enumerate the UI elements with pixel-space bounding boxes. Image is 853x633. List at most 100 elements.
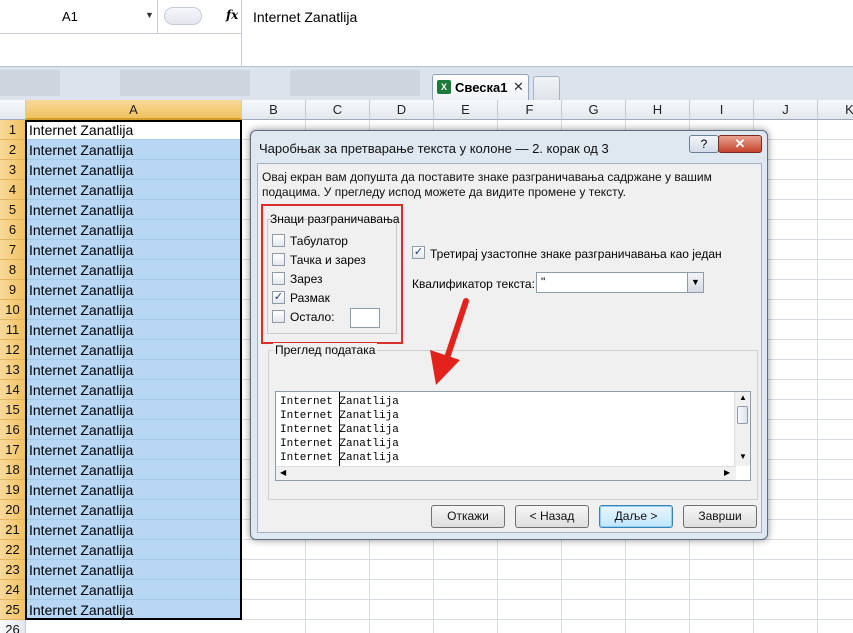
row-header[interactable]: 15 bbox=[0, 400, 26, 420]
row-header[interactable]: 2 bbox=[0, 140, 26, 160]
other-checkbox[interactable] bbox=[272, 310, 285, 323]
data-preview[interactable]: Internet Zanatlija Internet Zanatlija In… bbox=[275, 391, 751, 481]
cell-a12[interactable]: Internet Zanatlija bbox=[26, 340, 242, 360]
row-header[interactable]: 22 bbox=[0, 540, 26, 560]
cell-a7[interactable]: Internet Zanatlija bbox=[26, 240, 242, 260]
cell-a13[interactable]: Internet Zanatlija bbox=[26, 360, 242, 380]
close-icon[interactable]: ✕ bbox=[513, 79, 524, 95]
row-header[interactable]: 12 bbox=[0, 340, 26, 360]
back-button[interactable]: < Назад bbox=[515, 505, 589, 528]
row-header[interactable]: 6 bbox=[0, 220, 26, 240]
formula-bar[interactable]: Internet Zanatlija bbox=[243, 0, 853, 66]
cell-a6[interactable]: Internet Zanatlija bbox=[26, 220, 242, 240]
row-header[interactable]: 13 bbox=[0, 360, 26, 380]
cancel-button[interactable]: Откажи bbox=[431, 505, 505, 528]
cell-a2[interactable]: Internet Zanatlija bbox=[26, 140, 242, 160]
name-box[interactable]: A1 ▼ bbox=[0, 0, 158, 33]
row-header[interactable]: 8 bbox=[0, 260, 26, 280]
row-header[interactable]: 20 bbox=[0, 500, 26, 520]
row-header[interactable]: 4 bbox=[0, 180, 26, 200]
scroll-thumb[interactable] bbox=[737, 406, 748, 424]
cell-a23[interactable]: Internet Zanatlija bbox=[26, 560, 242, 580]
column-header-a[interactable]: A bbox=[26, 100, 242, 120]
cell-a8[interactable]: Internet Zanatlija bbox=[26, 260, 242, 280]
scroll-left-icon[interactable]: ◀ bbox=[280, 468, 286, 477]
column-header-k[interactable]: K bbox=[818, 100, 853, 120]
next-button[interactable]: Даље > bbox=[599, 505, 673, 528]
row-header[interactable]: 25 bbox=[0, 600, 26, 620]
workbook-tab-title: Свеска1 bbox=[455, 80, 508, 95]
row-header[interactable]: 18 bbox=[0, 460, 26, 480]
formula-controls: fx bbox=[158, 0, 242, 33]
select-all-corner[interactable] bbox=[0, 100, 26, 120]
cell-a24[interactable]: Internet Zanatlija bbox=[26, 580, 242, 600]
workbook-tab[interactable]: X Свеска1 ✕ bbox=[432, 74, 529, 100]
column-header-i[interactable]: I bbox=[690, 100, 754, 120]
row-header[interactable]: 3 bbox=[0, 160, 26, 180]
column-header-h[interactable]: H bbox=[626, 100, 690, 120]
row-header[interactable]: 14 bbox=[0, 380, 26, 400]
new-workbook-tab[interactable] bbox=[533, 76, 560, 100]
cell-a5[interactable]: Internet Zanatlija bbox=[26, 200, 242, 220]
close-button[interactable]: ✕ bbox=[718, 135, 762, 153]
scroll-up-icon[interactable]: ▲ bbox=[739, 393, 747, 402]
semicolon-checkbox[interactable] bbox=[272, 253, 285, 266]
cell-a22[interactable]: Internet Zanatlija bbox=[26, 540, 242, 560]
delimiters-group: Знаци разграничавања Табулатор Тачка и з… bbox=[261, 204, 403, 344]
text-qualifier-select[interactable]: " ▼ bbox=[536, 272, 704, 293]
row-header[interactable]: 24 bbox=[0, 580, 26, 600]
finish-button[interactable]: Заврши bbox=[683, 505, 757, 528]
preview-vertical-scrollbar[interactable]: ▲ ▼ bbox=[734, 392, 750, 466]
column-header-d[interactable]: D bbox=[370, 100, 434, 120]
help-button[interactable]: ? bbox=[689, 135, 719, 153]
cell-a3[interactable]: Internet Zanatlija bbox=[26, 160, 242, 180]
cell-a17[interactable]: Internet Zanatlija bbox=[26, 440, 242, 460]
row-header[interactable]: 23 bbox=[0, 560, 26, 580]
cell-a21[interactable]: Internet Zanatlija bbox=[26, 520, 242, 540]
scroll-down-icon[interactable]: ▼ bbox=[739, 452, 747, 461]
cell-a18[interactable]: Internet Zanatlija bbox=[26, 460, 242, 480]
dialog-description: Овај екран вам допушта да поставите знак… bbox=[262, 170, 712, 199]
cell-a14[interactable]: Internet Zanatlija bbox=[26, 380, 242, 400]
cell-a4[interactable]: Internet Zanatlija bbox=[26, 180, 242, 200]
row-header[interactable]: 5 bbox=[0, 200, 26, 220]
column-header-e[interactable]: E bbox=[434, 100, 498, 120]
column-break-line[interactable] bbox=[339, 392, 340, 466]
column-header-j[interactable]: J bbox=[754, 100, 818, 120]
row-header[interactable]: 10 bbox=[0, 300, 26, 320]
cell-a16[interactable]: Internet Zanatlija bbox=[26, 420, 242, 440]
cell-a25[interactable]: Internet Zanatlija bbox=[26, 600, 242, 620]
column-header-c[interactable]: C bbox=[306, 100, 370, 120]
cell-a10[interactable]: Internet Zanatlija bbox=[26, 300, 242, 320]
row-header[interactable]: 17 bbox=[0, 440, 26, 460]
row-header[interactable]: 11 bbox=[0, 320, 26, 340]
cell-a19[interactable]: Internet Zanatlija bbox=[26, 480, 242, 500]
column-header-f[interactable]: F bbox=[498, 100, 562, 120]
preview-horizontal-scrollbar[interactable]: ◀ ▶ bbox=[276, 466, 736, 480]
cell-a20[interactable]: Internet Zanatlija bbox=[26, 500, 242, 520]
space-checkbox[interactable]: ✓ bbox=[272, 291, 285, 304]
row-header[interactable]: 9 bbox=[0, 280, 26, 300]
chevron-down-icon[interactable]: ▼ bbox=[145, 10, 154, 20]
cell-a15[interactable]: Internet Zanatlija bbox=[26, 400, 242, 420]
cell-a1[interactable]: Internet Zanatlija bbox=[26, 120, 242, 140]
row-header[interactable]: 7 bbox=[0, 240, 26, 260]
cell-a11[interactable]: Internet Zanatlija bbox=[26, 320, 242, 340]
row-header[interactable]: 19 bbox=[0, 480, 26, 500]
row-header[interactable]: 26 bbox=[0, 620, 26, 633]
row-header[interactable]: 1 bbox=[0, 120, 26, 140]
blurred-area bbox=[120, 70, 250, 96]
row-header[interactable]: 16 bbox=[0, 420, 26, 440]
comma-checkbox[interactable] bbox=[272, 272, 285, 285]
row-header[interactable]: 21 bbox=[0, 520, 26, 540]
cell-a9[interactable]: Internet Zanatlija bbox=[26, 280, 242, 300]
chevron-down-icon[interactable]: ▼ bbox=[687, 273, 703, 292]
column-header-g[interactable]: G bbox=[562, 100, 626, 120]
column-header-b[interactable]: B bbox=[242, 100, 306, 120]
scroll-right-icon[interactable]: ▶ bbox=[724, 468, 730, 477]
formula-expand-handle[interactable] bbox=[164, 7, 202, 25]
tab-checkbox[interactable] bbox=[272, 234, 285, 247]
treat-consecutive-checkbox[interactable]: ✓ bbox=[412, 246, 425, 259]
insert-function-icon[interactable]: fx bbox=[226, 8, 238, 22]
other-delimiter-input[interactable] bbox=[350, 308, 380, 328]
